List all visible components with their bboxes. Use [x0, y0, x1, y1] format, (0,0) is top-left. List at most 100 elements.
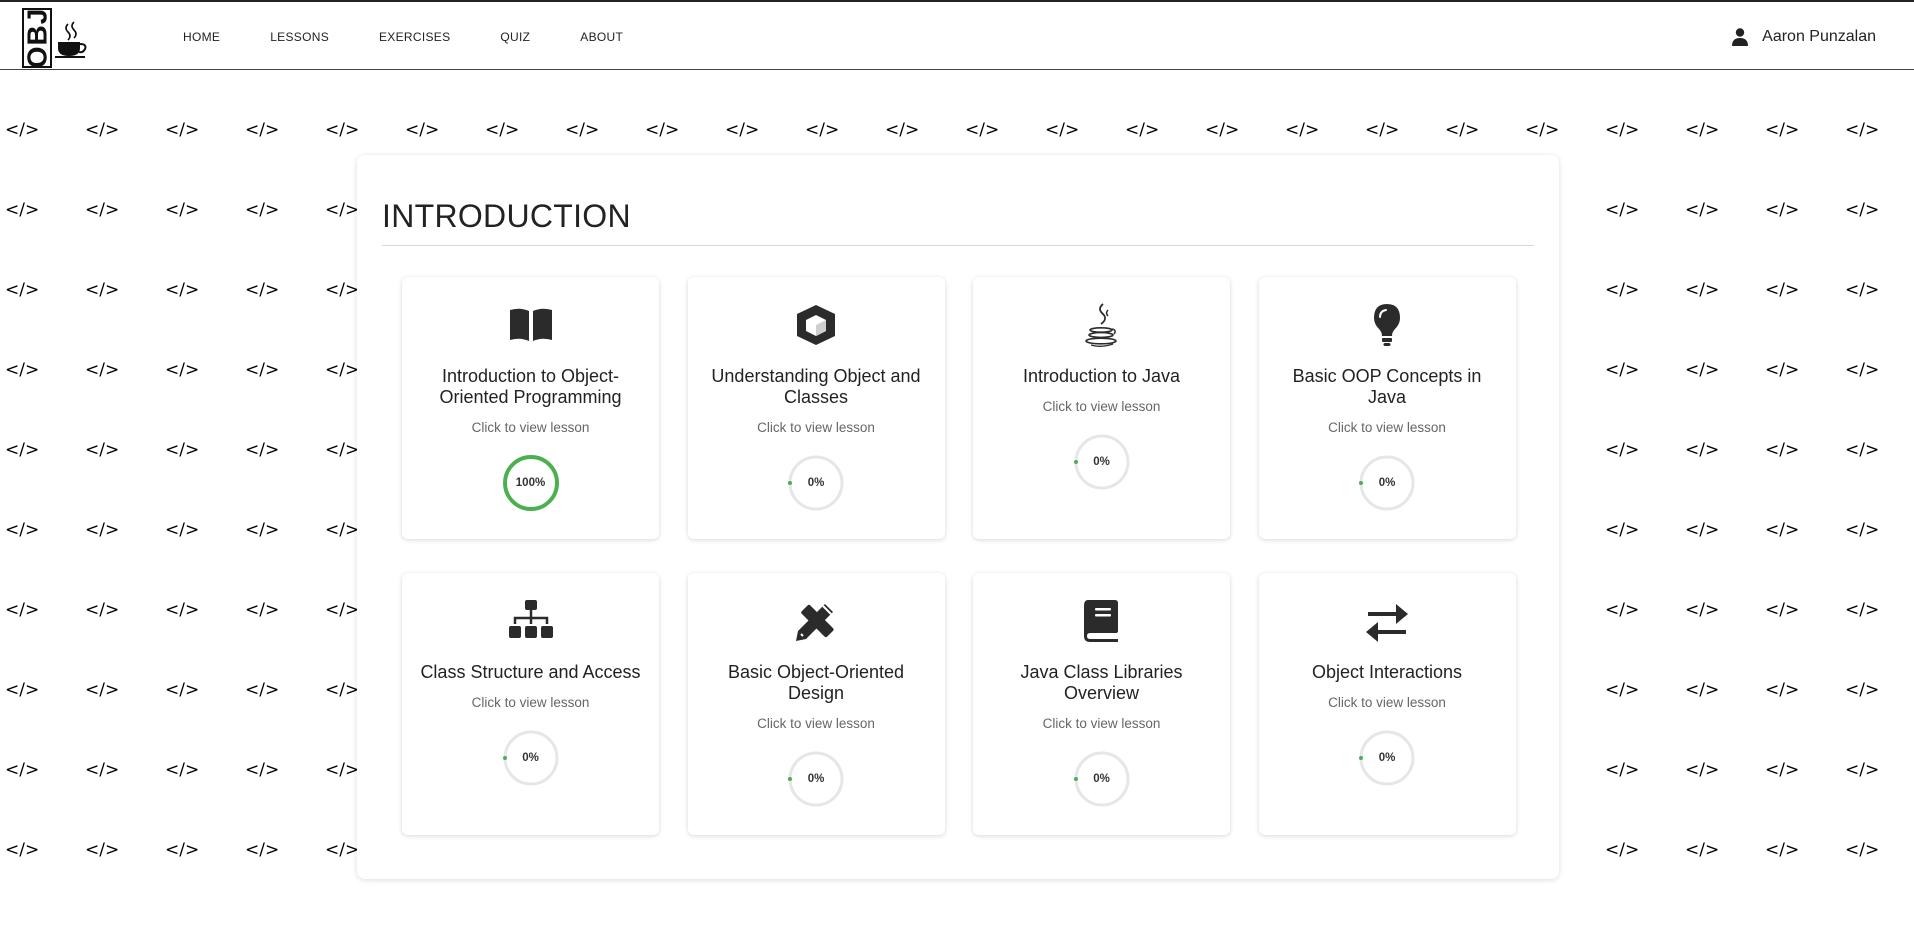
progress-percent: 0%: [1378, 477, 1396, 489]
code-symbol-glyph: </>: [1765, 520, 1800, 540]
code-symbol-glyph: </>: [1205, 120, 1240, 140]
lesson-title: Introduction to Java: [1022, 366, 1181, 386]
code-symbol-glyph: </>: [1605, 760, 1640, 780]
code-symbol-glyph: </>: [85, 760, 120, 780]
code-symbol-glyph: </>: [1685, 760, 1720, 780]
code-symbol-glyph: </>: [1685, 440, 1720, 460]
lesson-title: Object Interactions: [1311, 662, 1463, 682]
code-symbol-glyph: </>: [1685, 600, 1720, 620]
code-symbol-glyph: </>: [245, 360, 280, 380]
book-open-icon: [509, 308, 552, 341]
code-symbol-glyph: </>: [485, 120, 520, 140]
code-symbol-glyph: </>: [165, 280, 200, 300]
progress-percent: 100%: [515, 477, 546, 489]
lesson-card[interactable]: Understanding Object and Classes Click t…: [687, 277, 945, 539]
title-divider: [382, 245, 1534, 246]
code-symbol-glyph: </>: [245, 600, 280, 620]
code-symbol-glyph: </>: [245, 440, 280, 460]
lesson-card[interactable]: Class Structure and Access Click to view…: [402, 573, 659, 835]
sitemap-icon: [508, 600, 553, 638]
code-symbol-glyph: </>: [885, 120, 920, 140]
cube-icon: [797, 305, 835, 345]
lesson-title: Understanding Object and Classes: [711, 366, 921, 407]
code-symbol-glyph: </>: [1765, 280, 1800, 300]
progress-ring: 0%: [1357, 728, 1417, 788]
code-symbol-glyph: </>: [325, 520, 360, 540]
top-navbar: OBJ HOME LESSONS EXERCISES QUIZ ABOUT Aa…: [0, 0, 1914, 70]
code-symbol-glyph: </>: [1765, 600, 1800, 620]
code-symbol-glyph: </>: [1285, 120, 1320, 140]
nav-link-quiz[interactable]: QUIZ: [500, 30, 530, 44]
code-symbol-glyph: </>: [245, 840, 280, 860]
nav-link-about[interactable]: ABOUT: [580, 30, 623, 44]
pencil-ruler-icon: [796, 604, 834, 641]
code-symbol-glyph: </>: [245, 120, 280, 140]
code-symbol-glyph: </>: [85, 840, 120, 860]
site-logo[interactable]: OBJ: [21, 8, 87, 69]
code-symbol-glyph: </>: [245, 200, 280, 220]
progress-ring: 0%: [786, 749, 846, 809]
lesson-subtitle: Click to view lesson: [1042, 399, 1161, 414]
lesson-card[interactable]: Java Class Libraries Overview Click to v…: [973, 573, 1230, 835]
lesson-subtitle: Click to view lesson: [1042, 716, 1161, 731]
code-symbol-glyph: </>: [1845, 360, 1880, 380]
nav-link-home[interactable]: HOME: [183, 30, 220, 44]
code-symbol-glyph: </>: [5, 360, 40, 380]
code-symbol-glyph: </>: [85, 600, 120, 620]
lesson-grid: Introduction to Object-Oriented Programm…: [402, 277, 1516, 835]
progress-percent: 0%: [1093, 456, 1110, 468]
code-symbol-glyph: </>: [1685, 200, 1720, 220]
user-icon: [1732, 28, 1749, 46]
code-symbol-glyph: </>: [325, 600, 360, 620]
progress-ring: 0%: [1072, 749, 1132, 809]
code-symbol-glyph: </>: [5, 200, 40, 220]
code-symbol-glyph: </>: [245, 520, 280, 540]
lesson-card[interactable]: Object Interactions Click to view lesson…: [1258, 573, 1516, 835]
lesson-title: Class Structure and Access: [420, 662, 641, 682]
lesson-card[interactable]: Introduction to Java Click to view lesso…: [973, 277, 1230, 539]
nav-link-exercises[interactable]: EXERCISES: [379, 30, 450, 44]
lesson-title: Introduction to Object-Oriented Programm…: [439, 366, 622, 407]
progress-percent: 0%: [807, 477, 825, 489]
code-symbol-glyph: </>: [1685, 520, 1720, 540]
code-symbol-glyph: </>: [1845, 280, 1880, 300]
logo-wordmark: OBJ: [21, 8, 52, 69]
code-symbol-glyph: </>: [1845, 520, 1880, 540]
code-symbol-glyph: </>: [85, 680, 120, 700]
lesson-card[interactable]: Basic OOP Concepts in Java Click to view…: [1258, 277, 1516, 539]
lesson-subtitle: Click to view lesson: [757, 716, 875, 731]
lesson-card[interactable]: Introduction to Object-Oriented Programm…: [402, 277, 659, 539]
lesson-title: Basic Object-Oriented Design: [727, 662, 905, 703]
code-symbol-glyph: </>: [1525, 120, 1560, 140]
nav-link-lessons[interactable]: LESSONS: [270, 30, 329, 44]
code-symbol-glyph: </>: [85, 280, 120, 300]
lessons-panel: INTRODUCTION Introduction to Object-Orie…: [357, 155, 1559, 879]
lesson-title: Java Class Libraries Overview: [1020, 662, 1183, 703]
lesson-subtitle: Click to view lesson: [471, 420, 590, 435]
code-symbol-glyph: </>: [1605, 840, 1640, 860]
code-symbol-glyph: </>: [1125, 120, 1160, 140]
progress-ring: 0%: [786, 453, 846, 513]
progress-ring: 0%: [501, 728, 561, 788]
section-title: INTRODUCTION: [382, 198, 631, 234]
code-symbol-glyph: </>: [1765, 200, 1800, 220]
code-symbol-glyph: </>: [325, 280, 360, 300]
code-symbol-glyph: </>: [1845, 840, 1880, 860]
code-symbol-glyph: </>: [1605, 200, 1640, 220]
code-symbol-glyph: </>: [1765, 120, 1800, 140]
code-symbol-glyph: </>: [1605, 280, 1640, 300]
code-symbol-glyph: </>: [1605, 680, 1640, 700]
code-symbol-glyph: </>: [965, 120, 1000, 140]
code-symbol-glyph: </>: [165, 360, 200, 380]
code-symbol-glyph: </>: [1765, 440, 1800, 460]
progress-percent: 0%: [1093, 773, 1110, 785]
progress-percent: 0%: [807, 773, 825, 785]
code-symbol-glyph: </>: [645, 120, 680, 140]
code-symbol-glyph: </>: [1605, 520, 1640, 540]
code-symbol-glyph: </>: [1685, 280, 1720, 300]
code-symbol-glyph: </>: [325, 360, 360, 380]
code-symbol-glyph: </>: [1765, 360, 1800, 380]
lesson-card[interactable]: Basic Object-Oriented Design Click to vi…: [687, 573, 945, 835]
code-symbol-glyph: </>: [325, 680, 360, 700]
user-menu[interactable]: Aaron Punzalan: [1732, 2, 1876, 72]
